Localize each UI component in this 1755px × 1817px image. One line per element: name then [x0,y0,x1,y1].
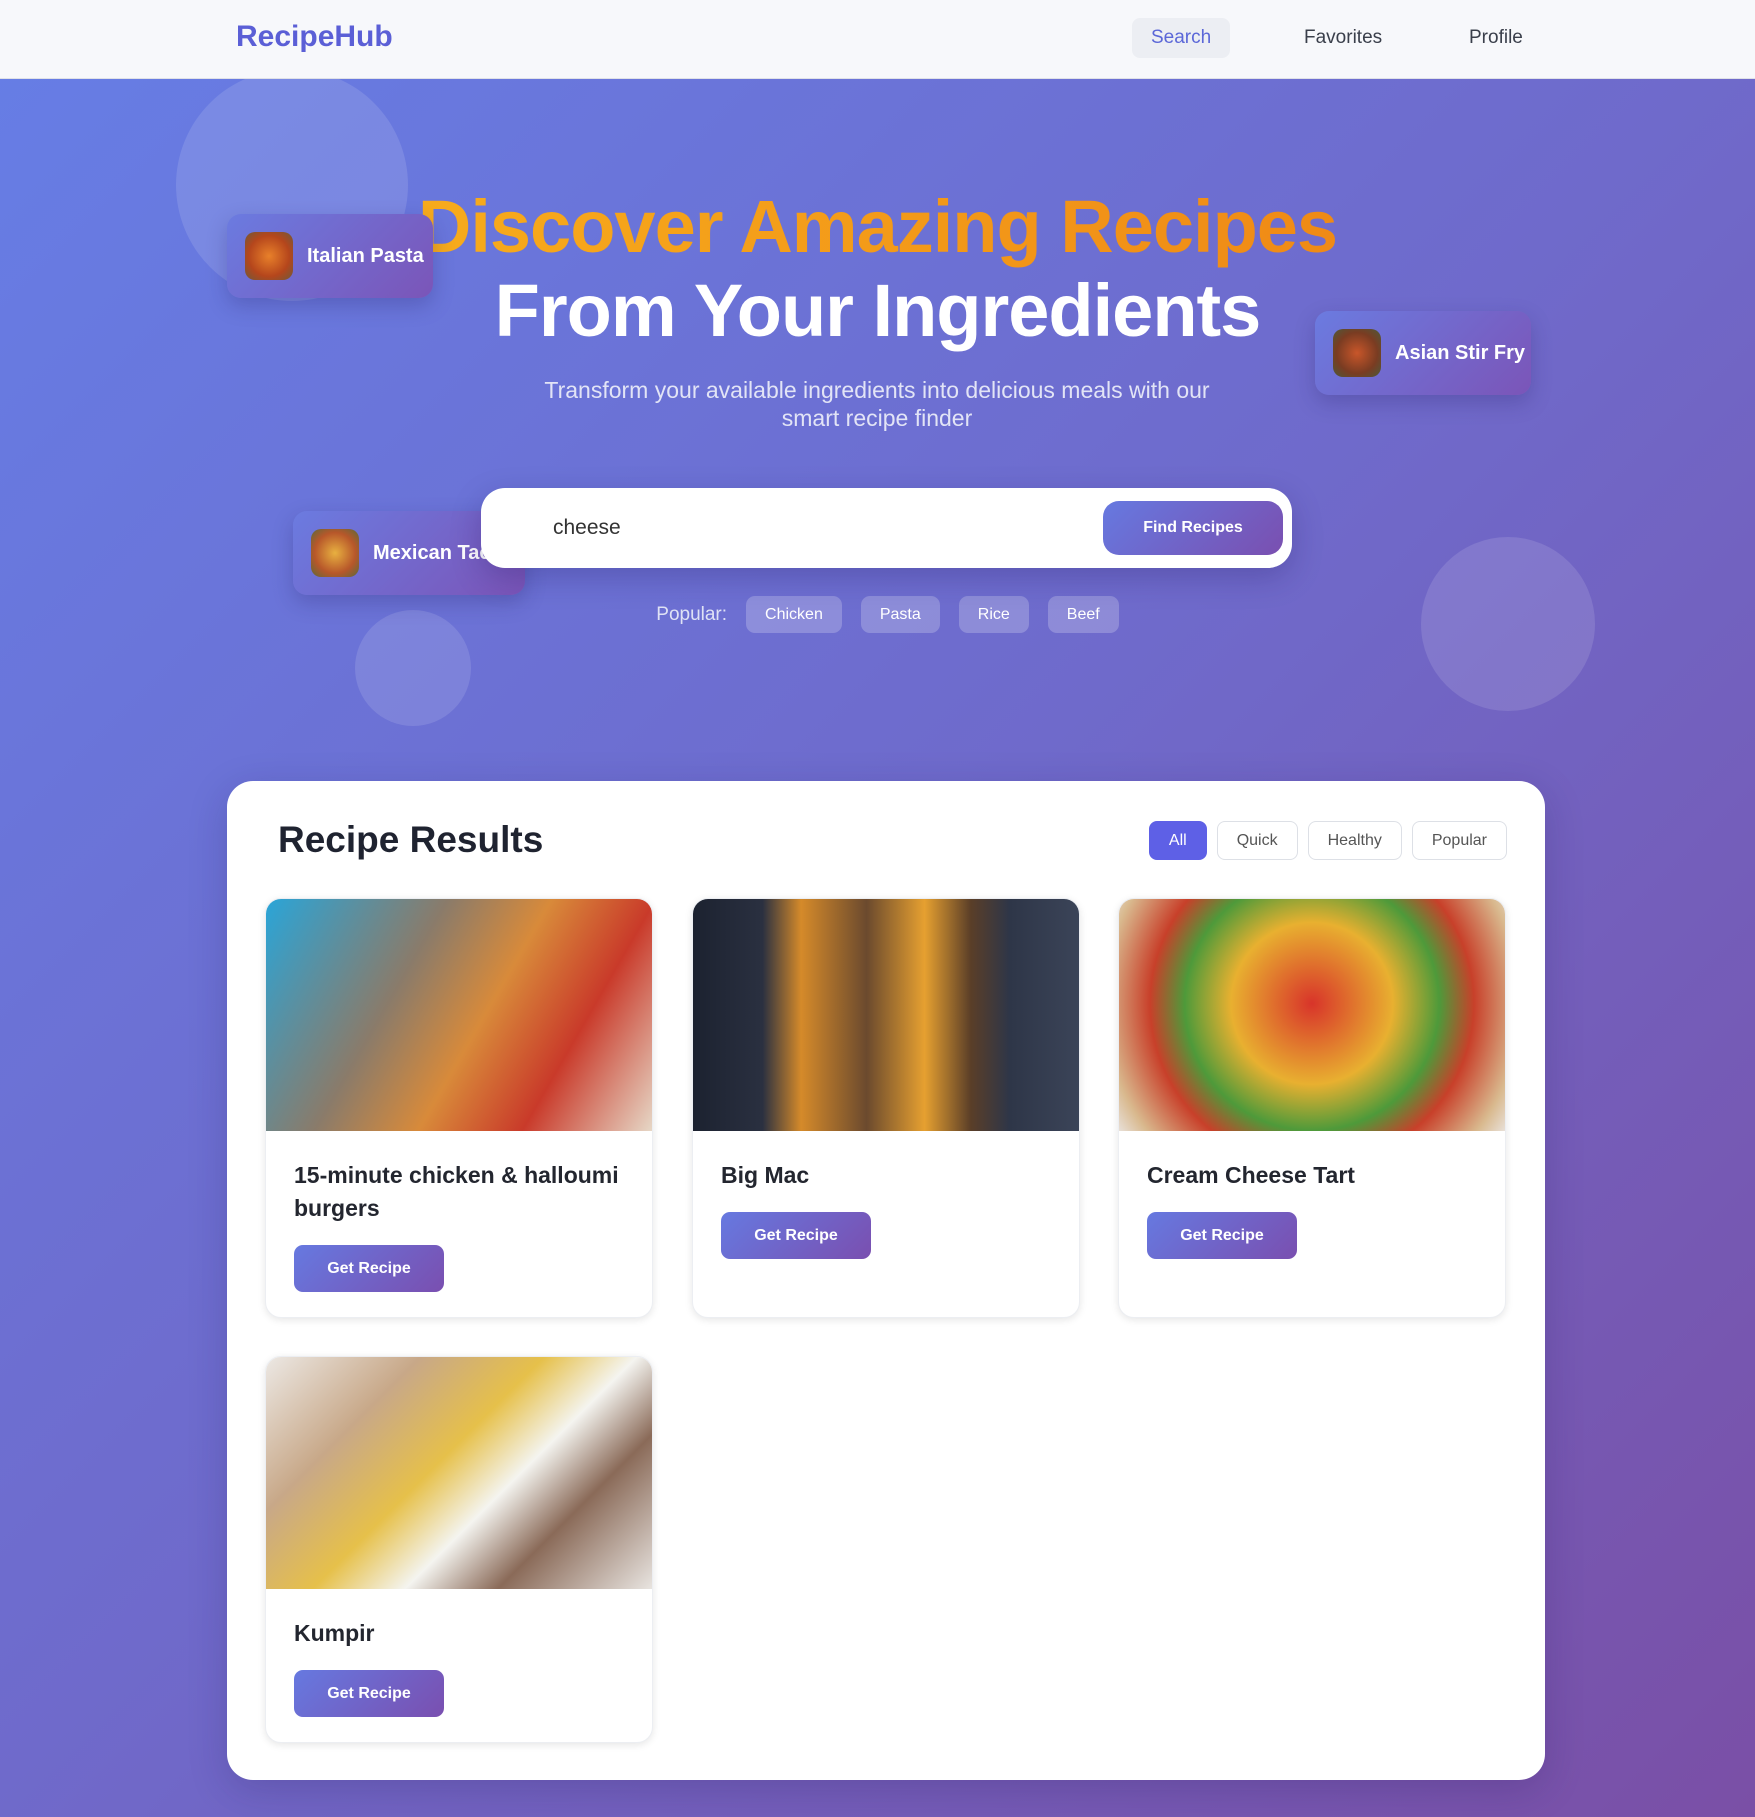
get-recipe-button[interactable]: Get Recipe [721,1212,871,1259]
badge-asian-stir-fry: Asian Stir Fry [1315,311,1531,395]
popular-label: Popular: [656,603,728,625]
hero-title-line1: Discover Amazing Recipes [417,185,1338,268]
tag-beef[interactable]: Beef [1047,596,1119,633]
badge-label: Asian Stir Fry [1395,341,1526,364]
find-recipes-button[interactable]: Find Recipes [1103,501,1283,555]
recipe-image[interactable] [266,899,652,1131]
tag-rice[interactable]: Rice [958,596,1029,633]
top-navbar: RecipeHub Search Favorites Profile [0,0,1755,79]
nav-favorites[interactable]: Favorites [1285,18,1401,58]
recipe-results-panel: Recipe Results All Quick Healthy Popular… [227,781,1545,1780]
recipe-card: 15-minute chicken & halloumi burgers Get… [265,898,653,1318]
filter-quick[interactable]: Quick [1216,821,1298,860]
get-recipe-button[interactable]: Get Recipe [1147,1212,1297,1259]
recipe-card: Cream Cheese Tart Get Recipe [1118,898,1506,1318]
filter-group: All Quick Healthy Popular [1148,821,1507,860]
hero-subtitle: Transform your available ingredients int… [544,377,1210,431]
recipe-image[interactable] [266,1357,652,1589]
tag-pasta[interactable]: Pasta [860,596,940,633]
recipe-title: 15-minute chicken & halloumi burgers [294,1162,619,1221]
badge-label: Italian Pasta [307,244,424,267]
tag-chicken[interactable]: Chicken [746,596,842,633]
recipe-card: Big Mac Get Recipe [692,898,1080,1318]
tacos-thumbnail [311,529,359,577]
recipe-image[interactable] [693,899,1079,1131]
recipe-title: Big Mac [721,1162,810,1188]
filter-all[interactable]: All [1148,821,1207,860]
recipe-title: Kumpir [294,1620,375,1646]
search-bar: Find Recipes [481,488,1292,568]
get-recipe-button[interactable]: Get Recipe [294,1670,444,1717]
hero-title-line2: From Your Ingredients [494,269,1262,352]
recipe-image[interactable] [1119,899,1505,1131]
nav-profile[interactable]: Profile [1450,18,1542,58]
recipe-card: Kumpir Get Recipe [265,1356,653,1743]
badge-italian-pasta: Italian Pasta [227,214,433,298]
ingredient-search-input[interactable] [553,508,1053,548]
stir-fry-thumbnail [1333,329,1381,377]
results-title: Recipe Results [278,819,544,860]
filter-popular[interactable]: Popular [1411,821,1507,860]
logo[interactable]: RecipeHub [236,20,393,54]
recipe-title: Cream Cheese Tart [1147,1162,1355,1188]
get-recipe-button[interactable]: Get Recipe [294,1245,444,1292]
pasta-thumbnail [245,232,293,280]
nav-search[interactable]: Search [1132,18,1231,58]
filter-healthy[interactable]: Healthy [1307,821,1402,860]
popular-tags: Popular: Chicken Pasta Rice Beef [0,596,1755,633]
